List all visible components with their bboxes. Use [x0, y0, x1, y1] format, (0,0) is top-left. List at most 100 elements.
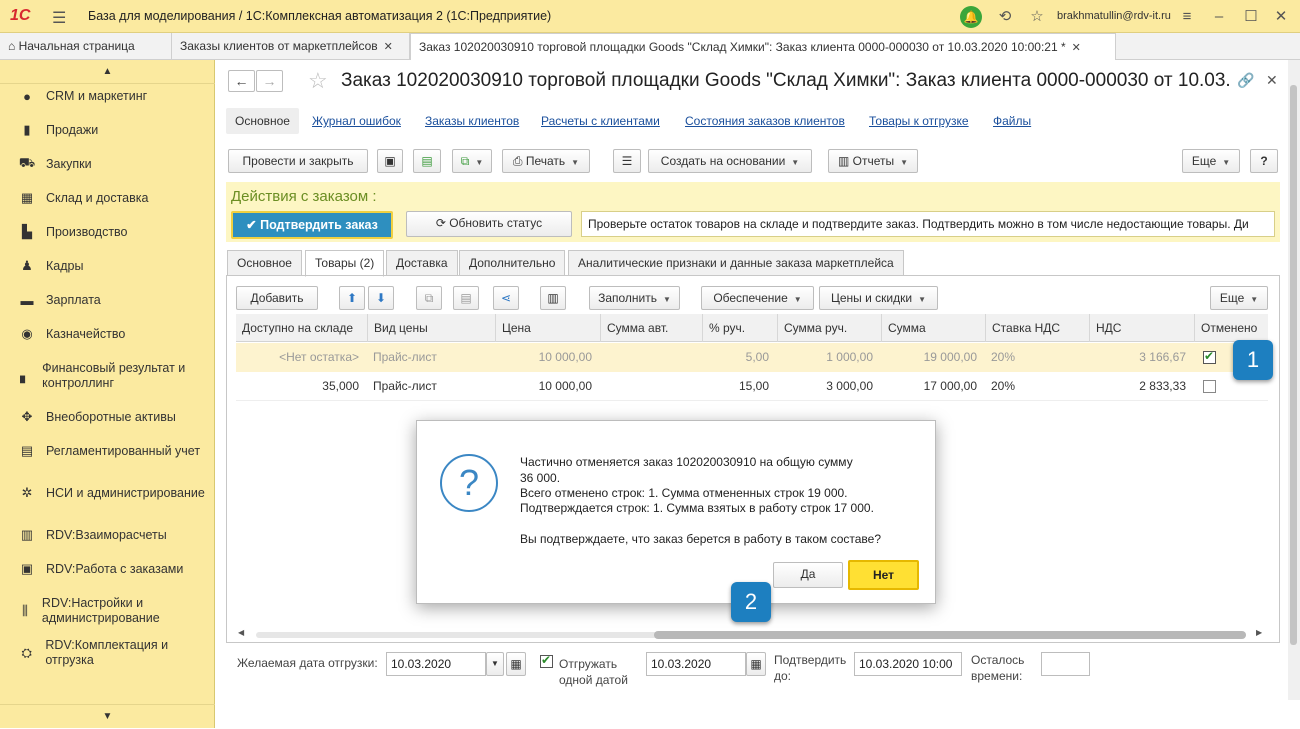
col-available[interactable]: Доступно на складе [236, 314, 367, 342]
table-row[interactable]: 35,000 Прайс-лист 10 000,00 15,00 3 000,… [236, 372, 1268, 401]
inner-tab-analytics[interactable]: Аналитические признаки и данные заказа м… [568, 250, 904, 276]
section-main[interactable]: Основное [226, 108, 299, 134]
vertical-scrollbar[interactable] [1288, 60, 1300, 700]
inner-tab-main[interactable]: Основное [227, 250, 302, 276]
calendar-icon[interactable]: ▦ [746, 652, 766, 676]
ship-date-dropdown-icon[interactable]: ▼ [486, 652, 504, 676]
cancelled-checkbox[interactable] [1203, 380, 1216, 393]
sidebar-item[interactable]: ▬ Зарплата [0, 283, 214, 317]
sidebar-item[interactable]: ◉ Казначейство [0, 317, 214, 351]
refresh-status-button[interactable]: ⟳ Обновить статус [406, 211, 572, 237]
link-icon[interactable]: 🔗 [1237, 72, 1254, 89]
table-row[interactable]: <Нет остатка> Прайс-лист 10 000,00 5,00 … [236, 343, 1268, 372]
fill-button[interactable]: Заполнить ▼ [589, 286, 680, 310]
col-price[interactable]: Цена [495, 314, 600, 342]
col-sum[interactable]: Сумма [881, 314, 985, 342]
col-sum-auto[interactable]: Сумма авт. [600, 314, 702, 342]
sidebar-item[interactable]: ▮ Продажи [0, 113, 214, 147]
confirm-until-input[interactable]: 10.03.2020 10:00 [854, 652, 962, 676]
close-window-icon[interactable]: ✕ [1270, 6, 1292, 28]
move-up-icon[interactable]: ⬆ [339, 286, 365, 310]
horizontal-scrollbar[interactable]: ◀ ▶ [236, 628, 1268, 640]
scroll-down-icon[interactable]: ▼ [0, 704, 215, 728]
col-cancelled[interactable]: Отменено [1194, 314, 1268, 342]
sidebar-item[interactable]: ⛭ RDV:Комплектация и отгрузка [0, 636, 214, 670]
tab-current-order[interactable]: Заказ 102020030910 торговой площадки Goo… [410, 33, 1116, 61]
inner-tab-additional[interactable]: Дополнительно [459, 250, 566, 276]
scroll-right-icon[interactable]: ▶ [1256, 628, 1262, 637]
favorites-star-icon[interactable]: ☆ [1026, 6, 1048, 28]
col-pct-manual[interactable]: % руч. [702, 314, 777, 342]
goods-more-button[interactable]: Еще ▼ [1210, 286, 1268, 310]
create-related-icon[interactable]: ⧉ ▼ [452, 149, 492, 173]
sidebar-item[interactable]: ● CRM и маркетинг [0, 79, 214, 113]
document-list-icon[interactable]: ☰ [613, 149, 641, 173]
scroll-thumb[interactable] [1290, 85, 1297, 645]
save-icon[interactable]: ▣ [377, 149, 403, 173]
scroll-left-icon[interactable]: ◀ [238, 628, 244, 637]
calendar-icon[interactable]: ▦ [506, 652, 526, 676]
copy-icon[interactable]: ⧉ [416, 286, 442, 310]
sidebar-item[interactable]: ✥ Внеоборотные активы [0, 400, 214, 434]
print-button[interactable]: ⎙ Печать ▼ [502, 149, 590, 173]
ship-date-input[interactable]: 10.03.2020 [386, 652, 486, 676]
sidebar-item[interactable]: ▙ Производство [0, 215, 214, 249]
tab-marketplace-orders[interactable]: Заказы клиентов от маркетплейсов ✕ [172, 33, 410, 60]
close-tab-icon[interactable]: ✕ [1072, 42, 1081, 54]
notifications-icon[interactable]: 🔔 [960, 6, 982, 28]
favorite-star-icon[interactable]: ☆ [308, 68, 328, 94]
post-document-icon[interactable]: ▤ [413, 149, 441, 173]
col-sum-manual[interactable]: Сумма руч. [777, 314, 881, 342]
cancelled-checkbox[interactable]: ✔ [1203, 349, 1216, 364]
date2-input[interactable]: 10.03.2020 [646, 652, 746, 676]
current-user[interactable]: brakhmatullin@rdv-it.ru [1057, 10, 1171, 22]
settings-menu-icon[interactable]: ≡ [1176, 6, 1198, 28]
section-files[interactable]: Файлы [993, 108, 1031, 134]
section-error-log[interactable]: Журнал ошибок [312, 108, 401, 134]
back-arrow-icon[interactable]: ← [228, 70, 255, 92]
inner-tab-goods[interactable]: Товары (2) [305, 250, 385, 277]
add-button[interactable]: Добавить [236, 286, 318, 310]
forward-arrow-icon[interactable]: → [256, 70, 283, 92]
section-client-settlements[interactable]: Расчеты с клиентами [541, 108, 660, 134]
section-order-states[interactable]: Состояния заказов клиентов [685, 108, 845, 134]
inner-tab-delivery[interactable]: Доставка [386, 250, 458, 276]
help-button[interactable]: ? [1250, 149, 1278, 173]
maximize-icon[interactable]: ☐ [1240, 6, 1262, 28]
main-menu-icon[interactable]: ☰ [52, 8, 66, 28]
sidebar-item[interactable]: ▖ Финансовый результат и контроллинг [0, 359, 214, 393]
create-based-on-button[interactable]: Создать на основании ▼ [648, 149, 812, 173]
sidebar-item[interactable]: ▦ Склад и доставка [0, 181, 214, 215]
tab-home[interactable]: ⌂ Начальная страница [0, 33, 172, 60]
section-client-orders[interactable]: Заказы клиентов [425, 108, 519, 134]
reports-button[interactable]: ▥ Отчеты ▼ [828, 149, 918, 173]
close-tab-icon[interactable]: ✕ [384, 41, 393, 53]
col-vat[interactable]: НДС [1089, 314, 1194, 342]
move-down-icon[interactable]: ⬇ [368, 286, 394, 310]
close-form-icon[interactable]: ✕ [1266, 72, 1278, 89]
minimize-icon[interactable]: ‒ [1208, 6, 1230, 28]
confirm-order-button[interactable]: ✔ Подтвердить заказ [231, 211, 393, 239]
scroll-thumb[interactable] [654, 631, 1246, 639]
no-button[interactable]: Нет [848, 560, 919, 590]
split-row-icon[interactable]: ⋖ [493, 286, 519, 310]
sidebar-item[interactable]: ▤ Регламентированный учет [0, 434, 214, 468]
sidebar-item[interactable]: ⛟ Закупки [0, 147, 214, 181]
yes-button[interactable]: Да [773, 562, 843, 588]
col-vat-rate[interactable]: Ставка НДС [985, 314, 1089, 342]
barcode-icon[interactable]: ▥ [540, 286, 566, 310]
section-goods-to-ship[interactable]: Товары к отгрузке [869, 108, 969, 134]
prices-discounts-button[interactable]: Цены и скидки ▼ [819, 286, 938, 310]
more-button[interactable]: Еще ▼ [1182, 149, 1240, 173]
sidebar-item[interactable]: ⫼ RDV:Настройки и администрирование [0, 594, 214, 628]
history-icon[interactable]: ⟲ [994, 6, 1016, 28]
sidebar-item[interactable]: ▣ RDV:Работа с заказами [0, 552, 214, 586]
col-price-type[interactable]: Вид цены [367, 314, 495, 342]
supply-button[interactable]: Обеспечение ▼ [701, 286, 814, 310]
sidebar-item[interactable]: ▥ RDV:Взаиморасчеты [0, 518, 214, 552]
sidebar-item[interactable]: ✲ НСИ и администрирование [0, 476, 214, 510]
post-and-close-button[interactable]: Провести и закрыть [228, 149, 368, 173]
sidebar-item[interactable]: ♟ Кадры [0, 249, 214, 283]
paste-icon[interactable]: ▤ [453, 286, 479, 310]
ship-one-date-checkbox[interactable]: ✔ [540, 653, 553, 668]
